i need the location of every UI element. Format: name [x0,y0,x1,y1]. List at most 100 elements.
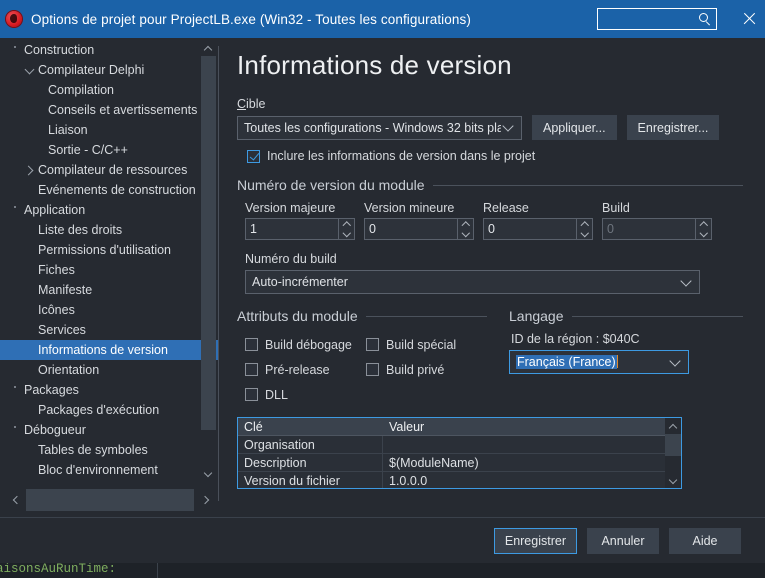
module-attribute-label: Build spécial [386,337,457,352]
module-attribute-checkbox[interactable]: Build privé [366,357,487,382]
sidebar-item[interactable]: Bloc d'environnement [0,460,218,480]
sidebar-item[interactable]: Construction [0,40,218,60]
chevron-down-icon [344,231,350,237]
sidebar-item[interactable]: Compilateur Delphi [0,60,218,80]
tree-hscroll-thumb[interactable] [26,489,194,511]
sidebar-item[interactable]: Fiches [0,260,218,280]
chevron-up-icon [344,221,350,227]
module-attribute-checkbox[interactable]: Build débogage [245,332,366,357]
module-version-group: Numéro de version du module Version maje… [237,177,743,294]
grid-scroll-thumb[interactable] [665,434,681,456]
chevron-down-icon [20,66,38,75]
close-button[interactable] [733,0,765,38]
grid-column-header[interactable]: Clé [238,418,383,435]
region-id-label: ID de la région : $040C [511,332,640,346]
tree-scroll-down-button[interactable] [201,465,216,481]
tree-horizontal-scrollbar[interactable] [4,489,216,511]
sidebar-item[interactable]: Liste des droits [0,220,218,240]
tree-scroll-thumb[interactable] [201,56,216,430]
sidebar-item[interactable]: Informations de version [0,340,218,360]
table-row[interactable]: Description $(ModuleName) [238,454,665,472]
target-combobox[interactable]: Toutes les configurations - Windows 32 b… [237,115,522,140]
version-field-label: Release [483,201,529,215]
module-attribute-checkbox[interactable]: DLL [245,382,366,407]
grid-value-cell[interactable]: $(ModuleName) [383,454,665,471]
version-field-input[interactable]: 0 [364,218,457,240]
module-attribute-checkbox[interactable]: Build spécial [366,332,487,357]
module-attribute-label: Pré-release [265,362,330,377]
apply-button[interactable]: Appliquer... [532,115,617,140]
version-field-spinner[interactable]: 0 [483,218,593,240]
grid-key-cell[interactable]: Description [238,454,383,471]
version-field-spinner[interactable]: 0 [602,218,712,240]
version-field-input[interactable]: 1 [245,218,338,240]
sidebar-item[interactable]: Conseils et avertissements [0,100,218,120]
spinner-down-button[interactable] [458,229,473,239]
table-row[interactable]: Organisation [238,436,665,454]
version-field-spinner[interactable]: 1 [245,218,355,240]
tree-scroll-left-button[interactable] [4,489,26,511]
sidebar-item[interactable]: Sortie - C/C++ [0,140,218,160]
version-keys-grid[interactable]: Clé Valeur Organisation Description $(Module… [237,417,682,489]
grid-scroll-up-button[interactable] [665,418,681,434]
grid-value-cell[interactable] [383,436,665,453]
sidebar-item[interactable]: Icônes [0,300,218,320]
sidebar-item[interactable]: Compilation [0,80,218,100]
sidebar-item-label: Application [24,203,86,217]
spinner-up-button[interactable] [458,219,473,229]
sidebar-item[interactable]: Evénements de construction [0,180,218,200]
tree-node-marker [6,385,24,395]
spinner-down-button[interactable] [577,229,592,239]
help-button[interactable]: Aide [669,527,741,554]
grid-column-header[interactable]: Valeur [383,418,665,435]
search-input[interactable] [597,8,717,30]
version-field-input[interactable]: 0 [483,218,576,240]
tree-node-marker [6,205,24,215]
save-as-button[interactable]: Enregistrer... [626,115,720,140]
spinner-up-button[interactable] [696,219,711,229]
language-combobox[interactable]: Français (France) [509,350,689,374]
spinner-buttons[interactable] [338,218,355,240]
sidebar-item[interactable]: Compilateur de ressources [0,160,218,180]
module-attributes-group: Attributs du module Build débogage Build … [237,308,487,407]
sidebar-item[interactable]: Application [0,200,218,220]
grid-key-cell[interactable]: Organisation [238,436,383,453]
spinner-buttons[interactable] [457,218,474,240]
version-field-spinner[interactable]: 0 [364,218,474,240]
grid-value-cell[interactable]: 1.0.0.0 [383,472,665,488]
tree-vertical-scrollbar[interactable] [201,40,216,481]
spinner-buttons[interactable] [576,218,593,240]
sidebar-item-label: Compilateur Delphi [38,63,145,77]
cancel-button[interactable]: Annuler [587,527,659,554]
sidebar-item[interactable]: Tables de symboles [0,440,218,460]
sidebar-item-label: Compilateur de ressources [38,163,188,177]
sidebar-item[interactable]: Liaison [0,120,218,140]
version-field-input[interactable]: 0 [602,218,695,240]
table-row[interactable]: Version du fichier 1.0.0.0 [238,472,665,488]
grid-key-cell[interactable]: Version du fichier [238,472,383,488]
sidebar-item[interactable]: Orientation [0,360,218,380]
save-button[interactable]: Enregistrer [493,527,577,554]
editor-gutter-line [157,563,158,578]
sidebar-item[interactable]: Services [0,320,218,340]
spinner-up-button[interactable] [577,219,592,229]
module-attribute-checkbox[interactable]: Pré-release [245,357,366,382]
sidebar-item[interactable]: Débogueur [0,420,218,440]
grid-scroll-down-button[interactable] [665,472,681,488]
build-number-combobox[interactable]: Auto-incrémenter [245,270,700,294]
tree-scroll-up-button[interactable] [201,40,216,56]
spinner-down-button[interactable] [339,229,354,239]
options-tree[interactable]: Construction Compilateur Delphi Compilatio… [0,40,218,481]
sidebar-item[interactable]: Manifeste [0,280,218,300]
tree-scroll-right-button[interactable] [194,489,216,511]
spinner-down-button[interactable] [696,229,711,239]
sidebar-item[interactable]: Packages [0,380,218,400]
sidebar-item[interactable]: Permissions d'utilisation [0,240,218,260]
spinner-buttons[interactable] [695,218,712,240]
sidebar-item[interactable]: Packages d'exécution [0,400,218,420]
version-keys-grid-rows: Clé Valeur Organisation Description $(Module… [238,418,665,488]
grid-vertical-scrollbar[interactable] [665,418,681,488]
include-version-info-checkbox[interactable]: Inclure les informations de version dans… [247,149,743,163]
spinner-up-button[interactable] [339,219,354,229]
include-version-info-label: Inclure les informations de version dans… [267,149,536,163]
